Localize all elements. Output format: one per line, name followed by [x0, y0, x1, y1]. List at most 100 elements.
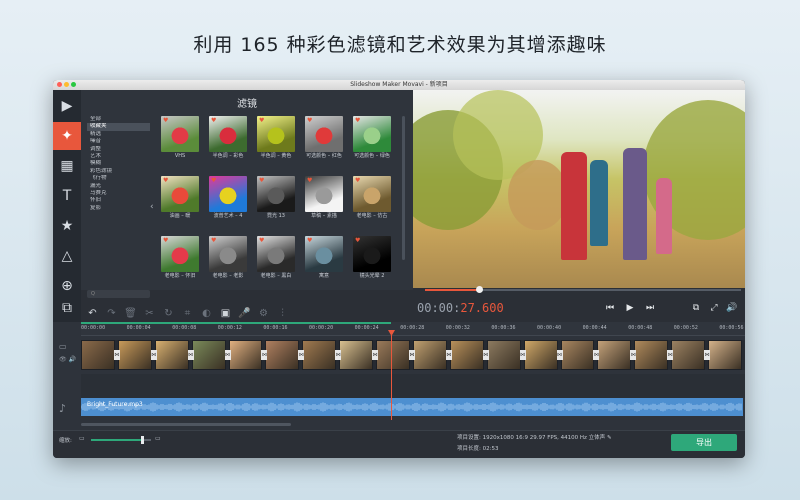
transition-icon[interactable]: ⋈ — [409, 350, 415, 360]
import-media-tool-button[interactable]: ▶ — [53, 92, 81, 120]
favorite-heart-icon[interactable]: ♥ — [355, 177, 360, 184]
track-visibility-icon[interactable]: 👁 🔊 — [59, 356, 76, 363]
transition-icon[interactable]: ⋈ — [519, 350, 526, 360]
category-item[interactable]: 全部 — [87, 116, 150, 123]
favorite-heart-icon[interactable]: ♥ — [307, 237, 312, 244]
equalizer-button[interactable]: ⫶ — [275, 306, 290, 320]
transition-icon[interactable]: ⋈ — [150, 350, 157, 360]
video-clip[interactable] — [449, 340, 484, 370]
delete-button[interactable]: 🗑 — [123, 306, 138, 320]
category-item[interactable]: 精选 — [87, 131, 150, 138]
video-clip[interactable] — [339, 340, 374, 370]
zoom-in-icon[interactable]: ▭ — [155, 435, 161, 442]
transition-icon[interactable]: ⋈ — [113, 350, 120, 360]
transition-icon[interactable]: ⋈ — [224, 350, 231, 360]
transition-icon[interactable]: ⋈ — [556, 350, 563, 360]
video-clip[interactable] — [81, 340, 115, 370]
zoom-slider-knob[interactable] — [141, 436, 144, 444]
category-item[interactable]: 漏光 — [87, 183, 150, 190]
favorite-heart-icon[interactable]: ♥ — [211, 117, 216, 124]
edit-pencil-icon[interactable]: ✎ — [607, 435, 612, 441]
redo-button[interactable]: ↷ — [104, 306, 119, 320]
transitions-tool-button[interactable]: ▦ — [53, 152, 81, 180]
detach-preview-button[interactable]: ⧉ — [689, 301, 703, 315]
stickers-tool-button[interactable]: ★ — [53, 212, 81, 240]
video-clip[interactable] — [486, 340, 521, 370]
favorite-heart-icon[interactable]: ♥ — [355, 117, 360, 124]
playback-progress-bar[interactable] — [425, 286, 741, 293]
transition-icon[interactable]: ⋈ — [630, 350, 637, 360]
shapes-tool-button[interactable]: △ — [53, 242, 81, 270]
transition-icon[interactable]: ⋈ — [482, 350, 489, 360]
favorite-heart-icon[interactable]: ♥ — [307, 117, 312, 124]
color-adjust-button[interactable]: ◐ — [199, 306, 214, 320]
favorite-heart-icon[interactable]: ♥ — [163, 117, 168, 124]
category-search-input[interactable]: Q — [87, 290, 150, 298]
category-item[interactable]: 艺术 — [87, 153, 150, 160]
audio-clip[interactable]: Bright_Future.mp3 — [81, 398, 743, 416]
filter-thumbnail[interactable]: ♥ 老电影 – 老影 — [209, 236, 247, 278]
skip-forward-button[interactable]: ⏭ — [643, 301, 657, 315]
filter-thumbnail[interactable]: ♥ 草稿 – 素描 — [305, 176, 343, 218]
favorite-heart-icon[interactable]: ♥ — [163, 177, 168, 184]
filters-tool-button[interactable]: ✦ — [53, 122, 81, 150]
video-clip[interactable] — [117, 340, 152, 370]
filter-thumbnail[interactable]: ♥ 半色调 – 彩色 — [209, 116, 247, 158]
filter-thumbnail[interactable]: ♥ 老电影 – 黑白 — [257, 236, 295, 278]
favorite-heart-icon[interactable]: ♥ — [259, 177, 264, 184]
filter-thumbnail[interactable]: ♥ 寓意 — [305, 236, 343, 278]
video-clip[interactable] — [413, 340, 447, 370]
video-clip[interactable] — [265, 340, 300, 370]
favorite-heart-icon[interactable]: ♥ — [307, 177, 312, 184]
video-clip[interactable] — [597, 340, 632, 370]
filter-thumbnail[interactable]: ♥ 老电影 – 怀旧 — [161, 236, 199, 278]
cut-button[interactable]: ✂ — [142, 306, 157, 320]
titles-tool-button[interactable]: T — [53, 182, 81, 210]
timeline-scrollbar[interactable] — [81, 423, 291, 426]
video-clip[interactable] — [228, 340, 263, 370]
video-clip[interactable] — [708, 340, 742, 370]
video-clip[interactable] — [523, 340, 558, 370]
category-item[interactable]: 模糊 — [87, 160, 150, 167]
zoom-out-icon[interactable]: ▭ — [79, 435, 85, 442]
favorite-heart-icon[interactable]: ♥ — [163, 237, 168, 244]
zoom-slider[interactable] — [91, 436, 151, 444]
playback-progress-knob[interactable] — [475, 286, 483, 293]
category-item[interactable]: 彩色滤镜 — [87, 168, 150, 175]
filter-thumbnail[interactable]: ♥ 老电影 – 仿古 — [353, 176, 391, 218]
video-clip[interactable] — [191, 340, 226, 370]
video-clip[interactable] — [560, 340, 595, 370]
category-item[interactable]: 调整 — [87, 146, 150, 153]
volume-button[interactable]: 🔊 — [725, 301, 739, 315]
undo-button[interactable]: ↶ — [85, 306, 100, 320]
add-files-button[interactable]: ⧉ — [53, 294, 81, 322]
transition-icon[interactable]: ⋈ — [667, 350, 674, 360]
crop-button[interactable]: ⌗ — [180, 306, 195, 320]
favorite-heart-icon[interactable]: ♥ — [355, 237, 360, 244]
category-item[interactable]: 复影 — [87, 205, 150, 212]
transition-icon[interactable]: ⋈ — [445, 350, 452, 360]
play-button[interactable]: ▶ — [623, 301, 637, 315]
filter-thumbnail[interactable]: ♥ VHS — [161, 116, 199, 158]
transition-icon[interactable]: ⋈ — [593, 350, 600, 360]
category-item[interactable]: 马赛克 — [87, 190, 150, 197]
filter-scrollbar[interactable] — [402, 116, 405, 260]
filter-thumbnail[interactable]: ♥ 镜头光晕 2 — [353, 236, 391, 278]
transition-icon[interactable]: ⋈ — [261, 350, 268, 360]
filter-thumbnail[interactable]: ♥ 霓光 13 — [257, 176, 295, 218]
filter-thumbnail[interactable]: ♥ 半色调 – 黄色 — [257, 116, 295, 158]
record-audio-button[interactable]: 🎤 — [237, 306, 252, 320]
transition-icon[interactable]: ⋈ — [372, 350, 379, 360]
transition-icon[interactable]: ⋈ — [187, 350, 194, 360]
skip-back-button[interactable]: ⏮ — [603, 301, 617, 315]
video-clip[interactable] — [302, 340, 337, 370]
playhead[interactable] — [391, 330, 392, 420]
video-clip[interactable] — [154, 340, 189, 370]
filter-thumbnail[interactable]: ♥ 波普艺术 – 4 — [209, 176, 247, 218]
favorite-heart-icon[interactable]: ♥ — [259, 237, 264, 244]
video-clip[interactable] — [671, 340, 706, 370]
favorite-heart-icon[interactable]: ♥ — [211, 177, 216, 184]
transition-icon[interactable]: ⋈ — [298, 350, 305, 360]
rotate-button[interactable]: ↻ — [161, 306, 176, 320]
fullscreen-button[interactable]: ⤢ — [707, 301, 721, 315]
